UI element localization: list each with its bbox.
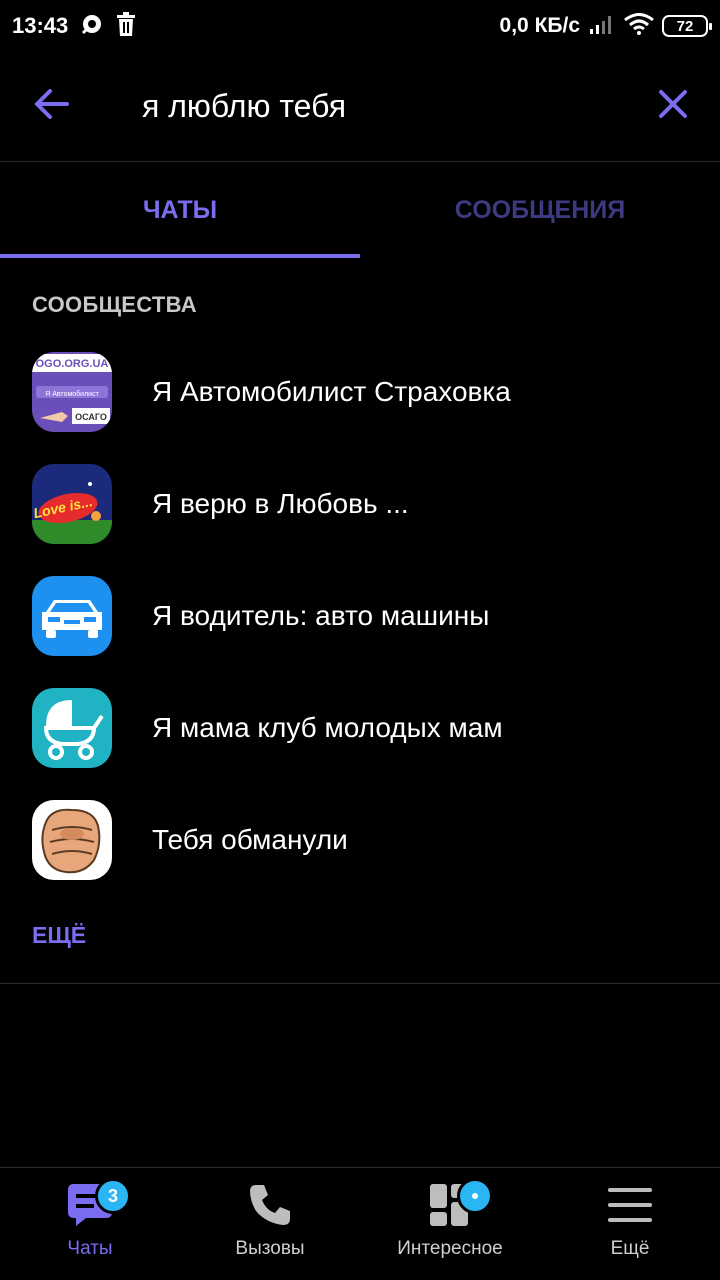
- community-list: OGO.ORG.UA Я Автомобилист ОСАГО Я Автомо…: [0, 336, 720, 896]
- search-tabs: ЧАТЫ СООБЩЕНИЯ: [0, 162, 720, 258]
- search-header: [0, 52, 720, 162]
- svg-text:OGO.ORG.UA: OGO.ORG.UA: [36, 358, 109, 370]
- network-speed: 0,0 КБ/с: [499, 14, 580, 37]
- viber-notification-icon: [80, 13, 104, 40]
- community-name: Тебя обманули: [152, 824, 348, 855]
- nav-label: Ещё: [610, 1238, 650, 1259]
- community-name: Я верю в Любовь ...: [152, 488, 409, 519]
- battery-indicator: 72: [662, 15, 712, 37]
- nav-explore[interactable]: Интересное: [360, 1168, 540, 1280]
- new-content-badge: [457, 1178, 493, 1214]
- fist-avatar: [32, 800, 112, 880]
- love-is-avatar: Love is...: [32, 464, 112, 544]
- menu-icon: [605, 1182, 655, 1228]
- wifi-icon: [624, 12, 654, 40]
- status-bar: 13:43 0,0 КБ/с 72: [0, 0, 720, 52]
- signal-icon: [588, 13, 616, 40]
- svg-text:Я Автомобилист: Я Автомобилист: [45, 390, 99, 398]
- arrow-left-icon: [33, 88, 69, 125]
- close-icon: [658, 89, 688, 124]
- clear-search-button[interactable]: [626, 52, 720, 162]
- stroller-avatar: [32, 688, 112, 768]
- back-button[interactable]: [0, 52, 112, 162]
- tab-chats[interactable]: ЧАТЫ: [0, 162, 360, 258]
- unread-badge: 3: [95, 1178, 131, 1214]
- nav-label: Вызовы: [235, 1238, 305, 1259]
- bottom-nav: 3 Чаты Вызовы Интересное Ещё: [0, 1167, 720, 1280]
- search-input[interactable]: [112, 76, 626, 137]
- more-link[interactable]: ЕЩЁ: [32, 922, 86, 949]
- section-title-communities: СООБЩЕСТВА: [32, 292, 197, 317]
- list-item-community[interactable]: Я водитель: авто машины: [0, 560, 720, 672]
- community-name: Я Автомобилист Страховка: [152, 376, 511, 407]
- nav-label: Чаты: [67, 1238, 113, 1259]
- svg-text:ОСАГО: ОСАГО: [75, 412, 107, 422]
- community-name: Я мама клуб молодых мам: [152, 712, 503, 743]
- phone-icon: [245, 1182, 295, 1228]
- community-name: Я водитель: авто машины: [152, 600, 490, 631]
- list-item-community[interactable]: Love is... Я верю в Любовь ...: [0, 448, 720, 560]
- nav-more[interactable]: Ещё: [540, 1168, 720, 1280]
- list-item-community[interactable]: OGO.ORG.UA Я Автомобилист ОСАГО Я Автомо…: [0, 336, 720, 448]
- nav-chats[interactable]: 3 Чаты: [0, 1168, 180, 1280]
- list-item-community[interactable]: Я мама клуб молодых мам: [0, 672, 720, 784]
- status-time: 13:43: [12, 13, 69, 38]
- list-item-community[interactable]: Тебя обманули: [0, 784, 720, 896]
- divider: [0, 983, 720, 984]
- trash-icon: [116, 11, 136, 41]
- nav-label: Интересное: [397, 1238, 503, 1259]
- car-avatar: [32, 576, 112, 656]
- tab-messages[interactable]: СООБЩЕНИЯ: [360, 162, 720, 258]
- insurance-avatar: OGO.ORG.UA Я Автомобилист ОСАГО: [32, 352, 112, 432]
- nav-calls[interactable]: Вызовы: [180, 1168, 360, 1280]
